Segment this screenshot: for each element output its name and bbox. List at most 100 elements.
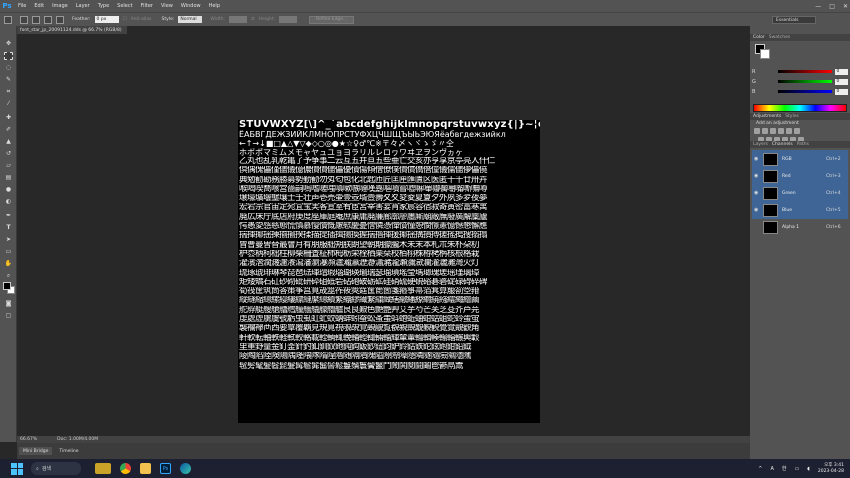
tray-chevron-icon[interactable]: ^ [758, 466, 762, 472]
visibility-eye-icon[interactable]: ◉ [754, 156, 760, 162]
type-tool-icon[interactable]: T [4, 224, 13, 232]
adjustment-preset-icon[interactable] [770, 128, 776, 134]
healing-tool-icon[interactable]: ✚ [4, 114, 13, 122]
tab-mini-bridge[interactable]: Mini Bridge [19, 447, 53, 455]
menu-type[interactable]: Type [94, 3, 113, 9]
workspace-select[interactable]: Essentials [772, 16, 816, 24]
blur-tool-icon[interactable]: ● [4, 186, 13, 194]
adjustment-preset-icon[interactable] [762, 128, 768, 134]
minimize-button[interactable]: — [815, 3, 821, 10]
path-select-tool-icon[interactable]: ➤ [4, 236, 13, 244]
channel-row-rgb[interactable]: ◉ RGB Ctrl+2 [752, 150, 848, 168]
slider-track[interactable] [777, 80, 832, 83]
tab-adjustments[interactable]: Adjustments [753, 114, 781, 119]
slider-track[interactable] [777, 90, 832, 93]
new-selection-icon[interactable] [20, 15, 28, 24]
glyph-line-kanji: 里重野量金釘釜針釣釦釧釵釶鈍鈎鈑鈔鈕鈞鈩鈴鈷鉄鉈鉉鉋鉗鉛鉞 [239, 342, 471, 352]
chrome-app-icon[interactable] [120, 463, 131, 474]
slider-value[interactable]: 0 [834, 78, 848, 85]
intersect-selection-icon[interactable] [56, 15, 64, 24]
eraser-tool-icon[interactable]: ▱ [4, 162, 13, 170]
adjustment-preset-icon[interactable] [786, 128, 792, 134]
menu-image[interactable]: Image [48, 3, 72, 9]
start-button[interactable] [11, 462, 23, 475]
antialias-checkbox[interactable]: ☐ [123, 17, 127, 22]
shape-tool-icon[interactable]: ▭ [4, 248, 13, 256]
lasso-tool-icon[interactable]: ◌ [4, 64, 13, 72]
tab-channels[interactable]: Channels [772, 142, 793, 147]
adjustment-preset-icon[interactable] [778, 128, 784, 134]
menu-filter[interactable]: Filter [137, 3, 157, 9]
tab-color[interactable]: Color [753, 35, 765, 40]
clock[interactable]: 오후 3:41 2023-04-28 [818, 463, 844, 475]
eyedropper-tool-icon[interactable]: ⁄ [4, 100, 13, 108]
adjustment-preset-icon[interactable] [754, 128, 760, 134]
menu-layer[interactable]: Layer [72, 3, 94, 9]
visibility-eye-icon[interactable]: ◉ [754, 173, 760, 179]
photoshop-app-icon[interactable]: Ps [160, 463, 171, 474]
visibility-eye-icon[interactable]: ◉ [754, 207, 760, 213]
bg-swatch-panel[interactable] [760, 49, 770, 59]
move-tool-icon[interactable]: ✥ [4, 40, 13, 48]
add-selection-icon[interactable] [32, 15, 40, 24]
refine-edge-button[interactable]: Refine Edge... [309, 15, 355, 24]
quick-select-tool-icon[interactable]: ✎ [4, 76, 13, 84]
slider-value[interactable]: 0 [834, 88, 848, 95]
quick-mask-icon[interactable]: ◙ [4, 300, 13, 308]
widgets-app-icon[interactable] [95, 463, 111, 474]
width-input[interactable] [228, 16, 247, 23]
menu-help[interactable]: Help [205, 3, 224, 9]
brush-tool-icon[interactable]: ✐ [4, 126, 13, 134]
tray-ime[interactable]: 한 [782, 465, 787, 472]
subtract-selection-icon[interactable] [44, 15, 52, 24]
taskbar-search[interactable]: ⌕ 검색 [31, 462, 81, 475]
screen-mode-icon[interactable]: ▢ [4, 312, 13, 320]
visibility-eye-icon[interactable]: ◉ [754, 190, 760, 196]
tab-styles[interactable]: Styles [785, 114, 799, 119]
history-brush-tool-icon[interactable]: ↺ [4, 150, 13, 158]
menu-view[interactable]: View [157, 3, 177, 9]
tab-swatches[interactable]: Swatches [769, 35, 791, 40]
tab-layers[interactable]: Layers [753, 142, 768, 147]
slider-track[interactable] [777, 70, 832, 73]
channel-row-red[interactable]: ◉ Red Ctrl+3 [752, 167, 848, 185]
network-icon[interactable]: ▭ [794, 466, 799, 472]
gradient-tool-icon[interactable]: ▤ [4, 174, 13, 182]
tab-paths[interactable]: Paths [797, 142, 809, 147]
maximize-button[interactable]: □ [829, 3, 835, 10]
swap-icon[interactable]: ⇄ [251, 17, 255, 22]
menu-edit[interactable]: Edit [30, 3, 48, 9]
menu-select[interactable]: Select [113, 3, 136, 9]
tray-lang[interactable]: A [770, 466, 773, 472]
channel-row-alpha-1[interactable]: Alpha 1 Ctrl+6 [752, 218, 848, 236]
menu-file[interactable]: File [14, 3, 30, 9]
zoom-tool-icon[interactable]: ⌕ [4, 272, 13, 280]
feather-input[interactable]: 0 px [94, 16, 119, 23]
edge-app-icon[interactable] [180, 463, 191, 474]
visibility-eye-icon[interactable] [754, 224, 760, 230]
tab-timeline[interactable]: Timeline [55, 447, 83, 455]
crop-tool-icon[interactable]: ⌗ [4, 88, 13, 96]
slider-value[interactable]: 0 [834, 68, 848, 75]
foreground-color-swatch[interactable] [3, 282, 11, 290]
dodge-tool-icon[interactable]: ◐ [4, 198, 13, 206]
channel-row-blue[interactable]: ◉ Blue Ctrl+5 [752, 201, 848, 219]
file-explorer-icon[interactable] [140, 463, 151, 474]
menu-window[interactable]: Window [177, 3, 205, 9]
zoom-level[interactable]: 66.67% [20, 437, 37, 442]
marquee-tool-icon[interactable] [4, 15, 12, 24]
canvas-area[interactable]: STUVWXYZ[\]^_`abcdefghijklmnopqrstuvwxyz… [17, 34, 750, 436]
stamp-tool-icon[interactable]: ▲ [4, 138, 13, 146]
pen-tool-icon[interactable]: ✒ [4, 212, 13, 220]
volume-icon[interactable]: ◖ [807, 466, 810, 472]
image-canvas[interactable]: STUVWXYZ[\]^_`abcdefghijklmnopqrstuvwxyz… [238, 120, 540, 423]
hand-tool-icon[interactable]: ✋ [4, 260, 13, 268]
color-spectrum[interactable] [753, 104, 847, 112]
style-select[interactable]: Normal [178, 16, 203, 23]
adjustment-preset-icon[interactable] [794, 128, 800, 134]
height-input[interactable] [279, 16, 298, 23]
close-button[interactable]: ✕ [843, 3, 848, 10]
marquee-tool-icon[interactable] [4, 52, 13, 60]
channel-row-green[interactable]: ◉ Green Ctrl+4 [752, 184, 848, 202]
document-tab[interactable]: font_star_jp_20091124.dds @ 66.7% (RGB/8… [17, 26, 127, 34]
